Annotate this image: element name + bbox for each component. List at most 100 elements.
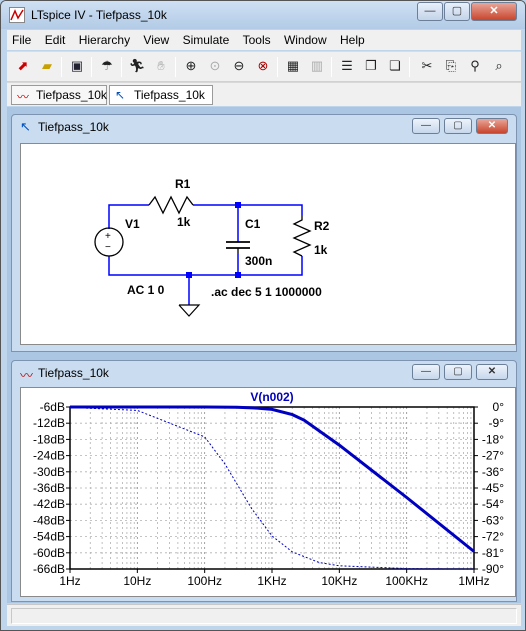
save-icon[interactable]: ▣ <box>67 56 87 76</box>
menu-view[interactable]: View <box>138 30 174 50</box>
zoom-in-icon[interactable]: ⊕ <box>181 56 201 76</box>
binoculars-icon[interactable]: ⌕ <box>489 56 509 76</box>
control-panel-icon[interactable]: ☂ <box>97 56 117 76</box>
y-right-tick-label: -9° <box>489 416 505 430</box>
r1-value: 1k <box>177 215 191 229</box>
y-left-tick-label: -60dB <box>33 546 65 560</box>
schematic-canvas[interactable]: + − R1 1k C1 300n R2 1k V1 AC 1 0 .ac de… <box>20 143 516 345</box>
zoom-out-icon[interactable]: ⊖ <box>229 56 249 76</box>
v1-name: V1 <box>125 217 140 231</box>
menu-simulate[interactable]: Simulate <box>178 30 235 50</box>
menu-bar: File Edit Hierarchy View Simulate Tools … <box>7 30 521 50</box>
y-right-tick-label: -54° <box>482 497 504 511</box>
copy-icon[interactable]: ⎘ <box>441 56 461 76</box>
schematic-maximize-button[interactable]: ▢ <box>444 118 472 134</box>
plot-maximize-button[interactable]: ▢ <box>444 364 472 380</box>
y-right-tick-label: 0° <box>493 400 505 414</box>
zoom-full-icon[interactable]: ⊙ <box>205 56 225 76</box>
find-icon[interactable]: ⚲ <box>465 56 485 76</box>
window-title: LTspice IV - Tiefpass_10k <box>31 8 167 22</box>
x-tick-label: 10Hz <box>123 574 151 588</box>
y-left-tick-label: -48dB <box>33 513 65 527</box>
autorange-icon[interactable]: ⊗ <box>253 56 273 76</box>
y-left-tick-label: -36dB <box>33 481 65 495</box>
y-right-tick-label: -18° <box>482 432 504 446</box>
r2-name: R2 <box>314 219 330 233</box>
y-left-tick-label: -6dB <box>40 400 65 414</box>
run-icon[interactable]: 🏃︎ <box>127 56 147 76</box>
r2-value: 1k <box>314 243 328 257</box>
tile-vertical-icon[interactable]: ❏ <box>385 56 405 76</box>
menu-file[interactable]: File <box>7 30 36 50</box>
y-left-tick-label: -30dB <box>33 465 65 479</box>
close-button[interactable]: ✕ <box>471 2 517 21</box>
halt-icon[interactable]: ✋︎ <box>151 56 171 76</box>
resistor-r1-symbol <box>148 195 194 215</box>
resistor-r2-symbol <box>292 215 312 257</box>
ltspice-app-icon <box>9 7 25 23</box>
schematic-drawing: + − R1 1k C1 300n R2 1k V1 AC 1 0 .ac de… <box>94 177 330 317</box>
menu-tools[interactable]: Tools <box>238 30 276 50</box>
x-tick-label: 1MHz <box>458 574 489 588</box>
schematic-close-button[interactable]: ✕ <box>476 118 508 134</box>
y-right-tick-label: -72° <box>482 530 504 544</box>
plot-canvas[interactable]: -6dB -12dB -18dB -24dB -30dB -36dB -42dB -48dB -… <box>20 387 516 597</box>
x-tick-label: 1KHz <box>257 574 286 588</box>
toolbar: ⬈ ▰ ▣ ☂ 🏃︎ ✋︎ ⊕ ⊙ ⊖ ⊗ ▦ ▥ ☰ ❐ ❏ ✂ ⎘ ⚲ ⌕ <box>7 51 521 81</box>
y-right-tick-label: -63° <box>482 513 504 527</box>
schematic-icon: ↖ <box>20 119 31 134</box>
ltspice-window: LTspice IV - Tiefpass_10k — ▢ ✕ File Edi… <box>0 0 526 631</box>
tab-waveform[interactable]: 〰 Tiefpass_10k <box>11 85 107 105</box>
trace-label[interactable]: V(n002) <box>250 390 293 404</box>
open-icon[interactable]: ▰ <box>37 56 57 76</box>
status-text <box>11 608 517 624</box>
cut-icon[interactable]: ✂ <box>417 56 437 76</box>
schematic-minimize-button[interactable]: — <box>412 118 440 134</box>
x-tick-label: 100Hz <box>187 574 222 588</box>
wire <box>108 256 303 276</box>
wire <box>193 204 303 215</box>
y-right-tick-label: -45° <box>482 481 504 495</box>
x-tick-label: 1Hz <box>59 574 80 588</box>
tab-schematic[interactable]: ↖ Tiefpass_10k <box>109 85 213 105</box>
junction-dot <box>235 202 241 208</box>
menu-hierarchy[interactable]: Hierarchy <box>74 30 135 50</box>
r1-name: R1 <box>175 177 191 191</box>
plot-title: Tiefpass_10k <box>38 366 109 380</box>
title-bar[interactable]: LTspice IV - Tiefpass_10k — ▢ ✕ <box>1 1 525 29</box>
waveform-icon: 〰 <box>20 368 34 383</box>
waveform-icon[interactable]: ▦ <box>283 56 303 76</box>
menu-help[interactable]: Help <box>335 30 370 50</box>
schematic-icon[interactable]: ⬈ <box>13 56 33 76</box>
plot-close-button[interactable]: ✕ <box>476 364 508 380</box>
cascade-icon[interactable]: ❐ <box>361 56 381 76</box>
y-right-tick-label: -81° <box>482 546 504 560</box>
mdi-area: ↖ Tiefpass_10k — ▢ ✕ + − R1 1k C1 300n R… <box>7 107 521 603</box>
y-right-tick-label: -27° <box>482 449 504 463</box>
tile-horizontal-icon[interactable]: ☰ <box>337 56 357 76</box>
schematic-tab-icon: ↖ <box>115 88 126 102</box>
menu-edit[interactable]: Edit <box>40 30 71 50</box>
schematic-window: ↖ Tiefpass_10k — ▢ ✕ + − R1 1k C1 300n R… <box>11 114 517 352</box>
bode-plot: -6dB -12dB -18dB -24dB -30dB -36dB -42dB -48dB -… <box>33 390 505 588</box>
tab-label: Tiefpass_10k <box>36 88 107 102</box>
y-left-tick-label: -18dB <box>33 432 65 446</box>
fft-icon[interactable]: ▥ <box>307 56 327 76</box>
tab-label: Tiefpass_10k <box>134 88 205 102</box>
svg-text:−: − <box>105 242 111 253</box>
junction-dot <box>186 272 192 278</box>
ground-symbol <box>178 304 201 317</box>
y-left-tick-label: -24dB <box>33 449 65 463</box>
spice-directive: .ac dec 5 1 1000000 <box>211 285 322 299</box>
v1-value: AC 1 0 <box>127 283 165 297</box>
menu-window[interactable]: Window <box>279 30 332 50</box>
plot-window: 〰 Tiefpass_10k — ▢ ✕ -6dB -12dB -18dB -24dB… <box>11 360 517 602</box>
y-left-tick-label: -54dB <box>33 530 65 544</box>
c1-name: C1 <box>245 217 261 231</box>
minimize-button[interactable]: — <box>417 2 443 21</box>
status-bar <box>7 604 521 626</box>
maximize-button[interactable]: ▢ <box>444 2 470 21</box>
document-tabs: 〰 Tiefpass_10k ↖ Tiefpass_10k <box>7 82 521 106</box>
x-tick-label: 10KHz <box>321 574 357 588</box>
plot-minimize-button[interactable]: — <box>412 364 440 380</box>
